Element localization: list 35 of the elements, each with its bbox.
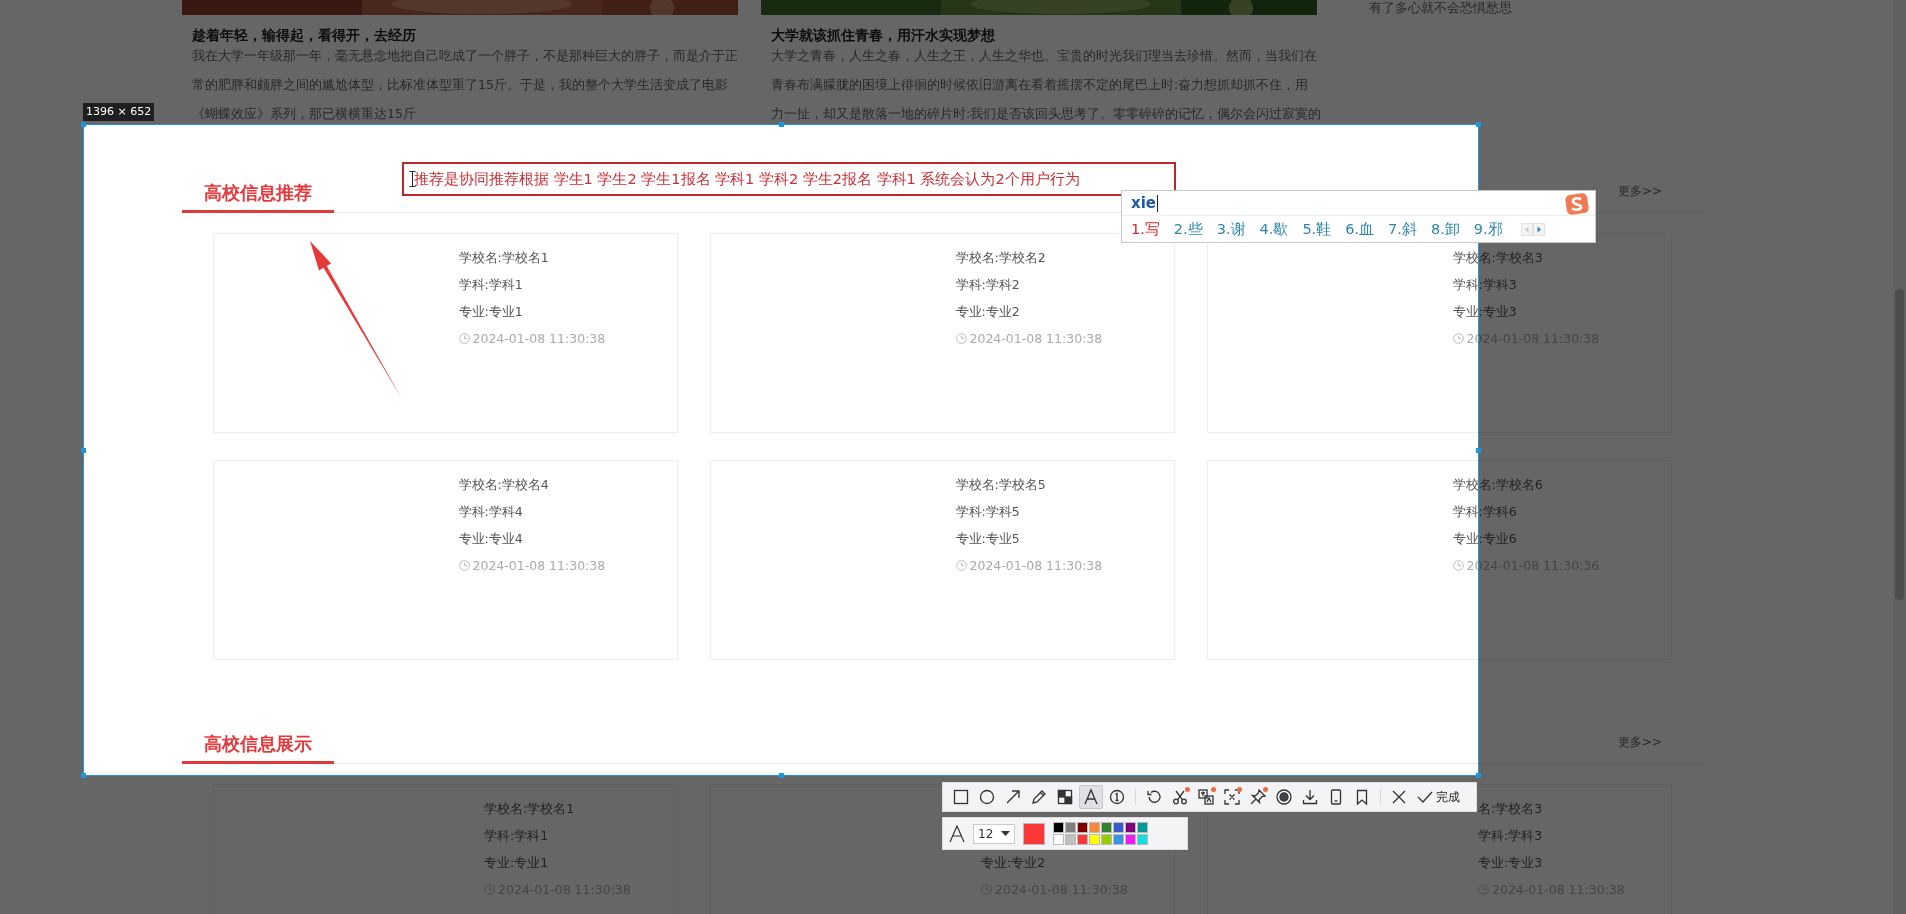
major-text: 专业:专业3: [1478, 854, 1543, 872]
major-text: 专业:专业2: [981, 854, 1046, 872]
school-name: 学校名:学校名1: [484, 800, 575, 818]
subject-text: 学科:学科3: [1452, 276, 1517, 294]
section-title: 高校信息展示: [182, 727, 334, 764]
school-name: 学校名:学校名1: [458, 249, 549, 267]
subject-text: 学科:学科2: [955, 276, 1020, 294]
major-text: 专业:专业1: [458, 303, 523, 321]
major-text: 专业:专业4: [458, 530, 523, 548]
selection-size-label: 1396 × 652: [83, 103, 155, 121]
side-text: 有了多心就不会恐惧愁思: [1369, 1, 1512, 15]
timestamp: 2024-01-08 11:30:38: [472, 557, 606, 575]
school-name: 学校名:学校名6: [1452, 476, 1543, 494]
major-text: 专业:专业1: [484, 854, 549, 872]
major-text: 专业:专业3: [1452, 303, 1517, 321]
section-title: 高校信息推荐: [182, 176, 334, 213]
subject-text: 学科:学科1: [458, 276, 523, 294]
timestamp: 2024-01-08 11:30:38: [969, 330, 1103, 348]
school-name: 名:学校名3: [1478, 800, 1543, 818]
school-name: 学校名:学校名2: [955, 249, 1046, 267]
major-text: 专业:专业2: [955, 303, 1020, 321]
annotation-text: 推荐是协同推荐根据 学生1 学生2 学生1报名 学科1 学科2 学生2报名 学科1 系统会认为2个用户行为: [414, 169, 1080, 189]
article-text: 《蝴蝶效应》系列，那已横横重达15斤: [192, 105, 417, 123]
subject-text: 学科:学科6: [1452, 503, 1517, 521]
major-text: 专业:专业6: [1452, 530, 1517, 548]
subject-text: 学科:学科3: [1478, 827, 1543, 845]
subject-text: 学科:学科5: [955, 503, 1020, 521]
subject-text: 学科:学科4: [458, 503, 523, 521]
school-name: 学校名:学校名4: [458, 476, 549, 494]
major-text: 专业:专业5: [955, 530, 1020, 548]
school-name: 学校名:学校名5: [955, 476, 1046, 494]
subject-text: 学科:学科1: [484, 827, 549, 845]
timestamp: 2024-01-08 11:30:38: [969, 557, 1103, 575]
timestamp: 2024-01-08 11:30:38: [472, 330, 606, 348]
school-name: 学校名:学校名3: [1452, 249, 1543, 267]
